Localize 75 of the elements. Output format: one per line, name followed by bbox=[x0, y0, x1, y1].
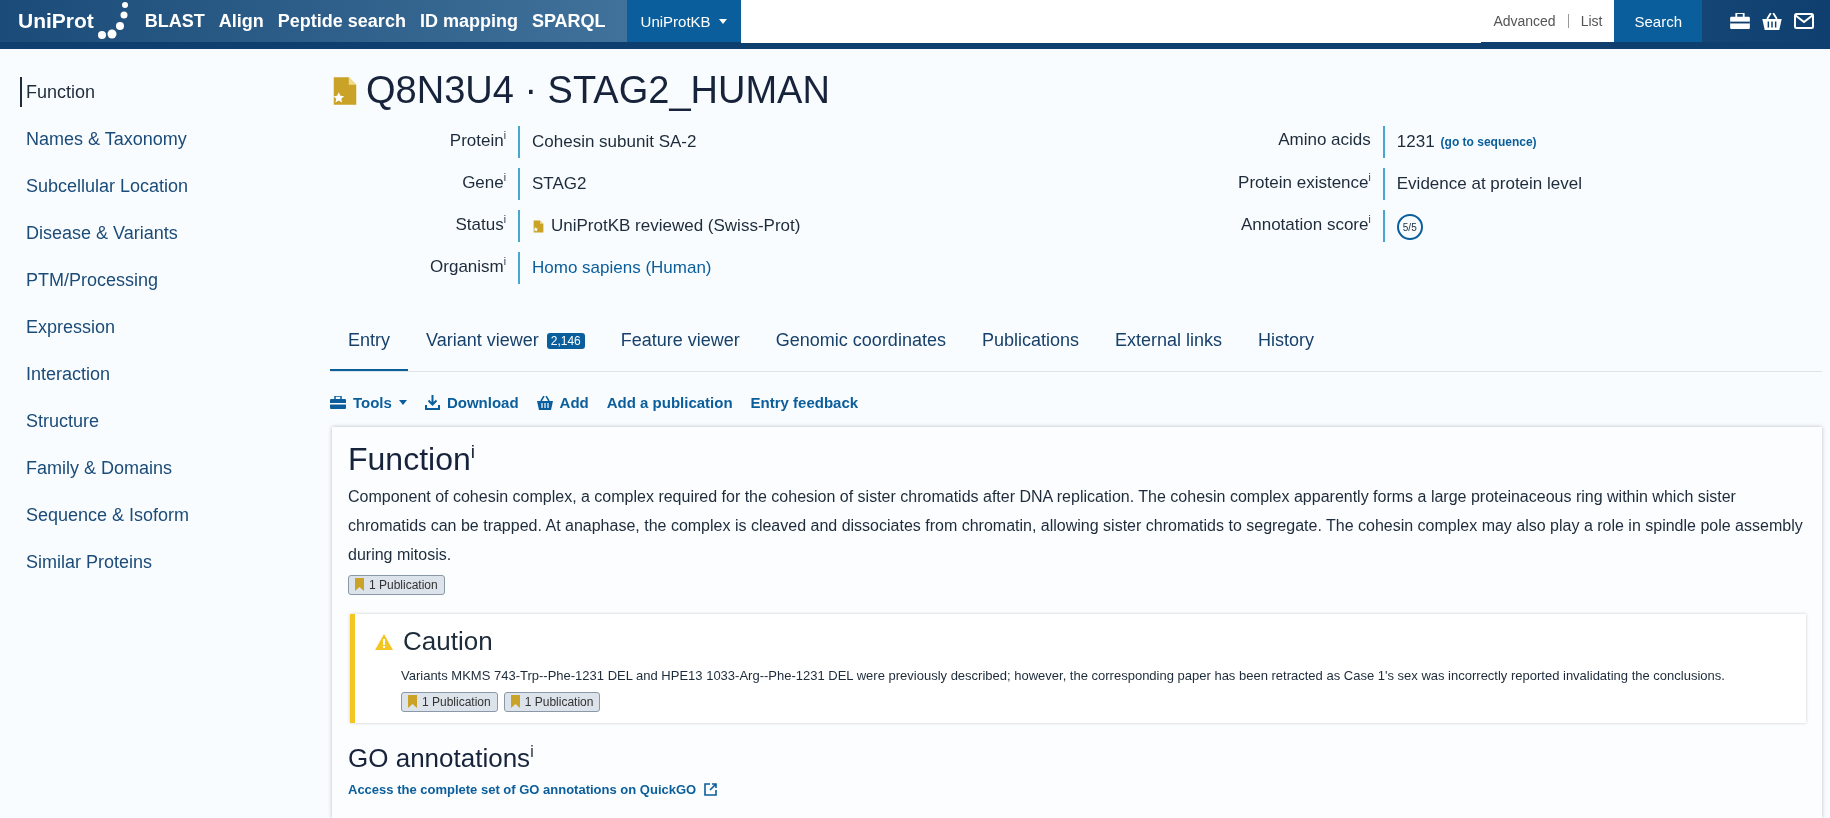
search-button[interactable]: Search bbox=[1614, 0, 1702, 42]
nav-link[interactable]: SPARQL bbox=[524, 0, 613, 42]
publication-tag[interactable]: 1 Publication bbox=[503, 691, 601, 712]
bookmark-icon bbox=[510, 695, 520, 709]
field-value: Evidence at protein level bbox=[1396, 174, 1582, 194]
bookmark-icon bbox=[408, 695, 417, 709]
download-icon bbox=[424, 395, 440, 410]
sidebar-item[interactable]: PTM/Processing bbox=[0, 265, 330, 312]
sidebar-item[interactable]: Sequence & Isoform bbox=[0, 500, 330, 547]
dots-icon bbox=[97, 1, 130, 41]
field-label: Protein existence$^{i}$ bbox=[1084, 168, 1385, 200]
tab[interactable]: Publications bbox=[963, 318, 1097, 371]
sidebar-item[interactable]: Expression bbox=[0, 312, 330, 359]
sidebar-item[interactable]: Interaction bbox=[0, 359, 330, 406]
caution-text: Variants MKMS 743-Trp--Phe-1231 DEL and HPE13 1033-Arg--Phe-1231 DEL were previously described; however, the corresponding paper has been retracted as Case 1's sex was incorrectly reported invalidating the conclusions. bbox=[401, 667, 1726, 685]
bookmark-icon bbox=[355, 578, 364, 592]
toolbox-icon bbox=[330, 396, 346, 409]
database-dropdown[interactable]: UniProtKB bbox=[626, 0, 741, 42]
tab[interactable]: External links bbox=[1097, 318, 1241, 371]
field-label: Protein$^{i}$ bbox=[330, 126, 520, 158]
nav-link[interactable]: BLAST bbox=[137, 0, 212, 42]
nav-link[interactable]: Peptide search bbox=[270, 0, 413, 42]
entry-title: Q8N3U4 · STAG2_HUMAN bbox=[366, 69, 830, 112]
sidebar-item[interactable]: Similar Proteins bbox=[0, 547, 330, 594]
toolbar-button[interactable]: Download bbox=[424, 394, 519, 411]
toolbar-button[interactable]: Add bbox=[536, 394, 589, 411]
tab[interactable]: Entry bbox=[330, 318, 408, 371]
field-label: Annotation score$^{i}$ bbox=[1084, 210, 1385, 242]
publication-tag[interactable]: 1 Publication bbox=[401, 691, 498, 712]
field-value: UniProtKB reviewed (Swiss-Prot) bbox=[551, 216, 801, 236]
caret-icon bbox=[398, 400, 407, 405]
function-text: Component of cohesin complex, a complex required for the cohesion of sister chromatids after DNA replication. The cohesin complex apparently forms a large proteinaceous ring within which sister chromatids can be trapped. At anaphase, the complex is cleaved and dissociates from chromatin, allowing sister chromatids to segregate. The cohesin complex may also play a role in spindle pole assembly during mitosis. bbox=[348, 487, 1804, 565]
organism-link[interactable]: Homo sapiens (Human) bbox=[532, 258, 712, 278]
sequence-link[interactable]: (go to sequence) bbox=[1440, 135, 1537, 149]
nav-link[interactable]: ID mapping bbox=[412, 0, 525, 42]
sidebar-item[interactable]: Function bbox=[20, 77, 330, 107]
field-value: 1231 bbox=[1396, 132, 1435, 152]
field-value: Cohesin subunit SA-2 bbox=[532, 132, 697, 152]
tab[interactable]: Feature viewer bbox=[602, 318, 758, 371]
sidebar-item[interactable]: Family & Domains bbox=[0, 453, 330, 500]
tab[interactable]: Genomic coordinates bbox=[757, 318, 964, 371]
section-heading: GO annotations$^{i}$ bbox=[348, 743, 535, 774]
external-link-icon bbox=[704, 783, 718, 796]
mail-icon[interactable] bbox=[1794, 13, 1814, 29]
tab[interactable]: Variant viewer 2,146 bbox=[408, 318, 603, 371]
warning-icon bbox=[375, 633, 393, 650]
basket-icon bbox=[536, 395, 553, 410]
field-label: Amino acids bbox=[1084, 126, 1385, 158]
annotation-score: 5/5 bbox=[1396, 214, 1423, 240]
quickgo-link[interactable]: Access the complete set of GO annotations on QuickGO bbox=[348, 782, 718, 797]
logo-text[interactable]: UniProt bbox=[18, 9, 94, 33]
header-link[interactable]: List bbox=[1580, 13, 1603, 29]
sidebar-item[interactable]: Subcellular Location bbox=[0, 171, 330, 218]
basket-icon[interactable] bbox=[1762, 12, 1782, 30]
sidebar-item[interactable]: Disease & Variants bbox=[0, 218, 330, 265]
count-badge: 2,146 bbox=[546, 332, 585, 349]
field-label: Gene$^{i}$ bbox=[330, 168, 520, 200]
field-label: Status$^{i}$ bbox=[330, 210, 520, 242]
header-link[interactable]: Advanced bbox=[1493, 13, 1556, 29]
toolbar-button[interactable]: Tools bbox=[330, 394, 407, 411]
field-label: Organism$^{i}$ bbox=[330, 252, 520, 284]
field-value: STAG2 bbox=[532, 174, 587, 194]
toolbox-icon[interactable] bbox=[1730, 13, 1750, 29]
tab[interactable]: History bbox=[1240, 318, 1333, 371]
toolbar-button[interactable]: Add a publication bbox=[606, 394, 733, 411]
caret-icon bbox=[718, 18, 727, 24]
sidebar-item[interactable]: Names & Taxonomy bbox=[0, 124, 330, 171]
nav-link[interactable]: Align bbox=[211, 0, 271, 42]
caution-heading: Caution bbox=[403, 626, 493, 657]
section-heading: Function$^{i}$ bbox=[348, 441, 476, 478]
search-field[interactable]: Advanced List bbox=[740, 0, 1615, 42]
reviewed-icon bbox=[532, 219, 545, 233]
sidebar-item[interactable]: Structure bbox=[0, 406, 330, 453]
publication-tag[interactable]: 1 Publication bbox=[348, 574, 445, 595]
toolbar-button[interactable]: Entry feedback bbox=[750, 394, 859, 411]
